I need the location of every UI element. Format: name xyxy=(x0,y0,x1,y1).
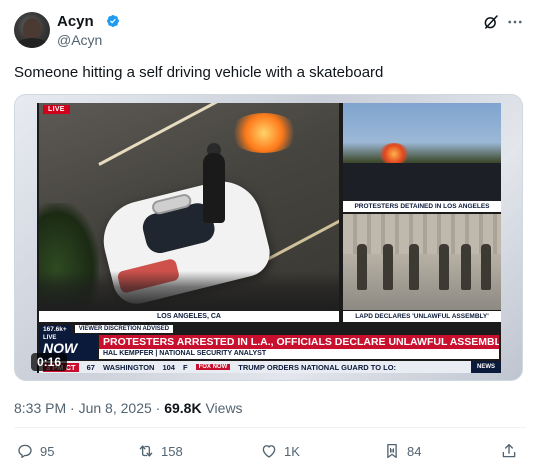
tweet-text: Someone hitting a self driving vehicle w… xyxy=(14,64,384,81)
view-count-tag: 167.6k+ xyxy=(39,324,71,334)
side-caption-bottom: LAPD DECLARES 'UNLAWFUL ASSEMBLY' xyxy=(343,311,501,322)
location-caption: LOS ANGELES, CA xyxy=(39,311,339,322)
views-count: 69.8K xyxy=(164,400,202,416)
views-label: Views xyxy=(205,400,243,416)
divider xyxy=(14,427,526,428)
news-headline: PROTESTERS ARRESTED IN L.A., OFFICIALS D… xyxy=(99,335,499,349)
bookmark-button[interactable]: 84 xyxy=(383,440,421,462)
lower-third-meta: 167.6k+ VIEWER DISCRETION ADVISED xyxy=(39,324,174,334)
tweet-meta: 8:33 PM · Jun 8, 2025 · 69.8K Views xyxy=(14,400,243,416)
share-button[interactable] xyxy=(500,440,518,462)
side-shot-bottom xyxy=(343,214,501,310)
side-shot-top xyxy=(343,103,501,201)
ticker-item: WASHINGTON xyxy=(102,362,155,372)
news-subline: HAL KEMPFER | NATIONAL SECURITY ANALYST xyxy=(99,349,499,359)
action-bar: 95 158 1K 84 xyxy=(14,440,526,462)
meta-separator: · xyxy=(70,400,75,416)
bookmark-icon xyxy=(387,443,397,459)
grok-icon[interactable] xyxy=(482,13,500,31)
reply-count: 95 xyxy=(40,443,55,459)
tweet-header: Acyn @Acyn xyxy=(14,12,526,52)
ticker-message: TRUMP ORDERS NATIONAL GUARD TO LO: xyxy=(238,362,397,372)
like-button[interactable]: 1K xyxy=(260,440,300,462)
main-video-shot: LIVE xyxy=(39,103,339,311)
crowd-shadow xyxy=(39,271,339,311)
avatar-shoulders xyxy=(16,38,48,48)
avatar-face xyxy=(23,18,41,40)
share-icon xyxy=(502,443,516,458)
verified-badge-icon xyxy=(107,15,119,27)
advisory-tag: VIEWER DISCRETION ADVISED xyxy=(74,325,174,333)
side-caption-top: PROTESTERS DETAINED IN LOS ANGELES xyxy=(343,201,501,212)
officer-figure xyxy=(383,244,393,290)
repost-icon xyxy=(139,445,153,457)
reply-button[interactable]: 95 xyxy=(16,440,54,462)
tweet-date[interactable]: Jun 8, 2025 xyxy=(79,400,152,416)
officer-figure xyxy=(409,244,419,290)
officer-figure xyxy=(357,244,367,290)
fire-burst xyxy=(229,113,299,153)
video-duration-badge: 0:16 xyxy=(31,353,68,371)
officer-figure xyxy=(461,244,471,290)
author-handle[interactable]: @Acyn xyxy=(57,32,102,48)
avatar[interactable] xyxy=(14,12,50,48)
ticker-brand: FOX NOW xyxy=(195,364,231,370)
repost-count: 158 xyxy=(161,443,183,459)
video-player[interactable]: LIVE LOS ANGELES, CA PROTESTERS DETAINED… xyxy=(14,94,523,381)
tweet-time[interactable]: 8:33 PM xyxy=(14,400,66,416)
person-on-car xyxy=(203,153,225,223)
side-fire xyxy=(379,143,409,165)
bookmark-count: 84 xyxy=(407,443,422,459)
live-tag: LIVE xyxy=(43,105,70,114)
like-count: 1K xyxy=(284,443,300,459)
officer-figure xyxy=(439,244,449,290)
author-name[interactable]: Acyn xyxy=(57,13,94,30)
side-crowd xyxy=(343,163,501,201)
news-ticker: 3 PM CT 67 WASHINGTON 104 F FOX NOW TRUM… xyxy=(39,361,501,373)
ticker-item: 67 xyxy=(86,362,95,372)
ticker-news-tag: NEWS xyxy=(471,361,501,373)
ticker-item: F xyxy=(182,362,188,372)
news-lower-third: 167.6k+ VIEWER DISCRETION ADVISED LIVE N… xyxy=(39,322,501,373)
officer-figure xyxy=(481,244,491,290)
side-panels: PROTESTERS DETAINED IN LOS ANGELES LAPD … xyxy=(343,103,501,322)
more-icon[interactable] xyxy=(506,13,524,31)
reply-icon xyxy=(18,444,32,459)
repost-button[interactable]: 158 xyxy=(137,440,183,462)
meta-separator: · xyxy=(155,400,161,416)
ticker-item: 104 xyxy=(162,362,175,372)
like-icon xyxy=(262,445,276,458)
broadcast-frame: LIVE LOS ANGELES, CA PROTESTERS DETAINED… xyxy=(37,103,501,373)
